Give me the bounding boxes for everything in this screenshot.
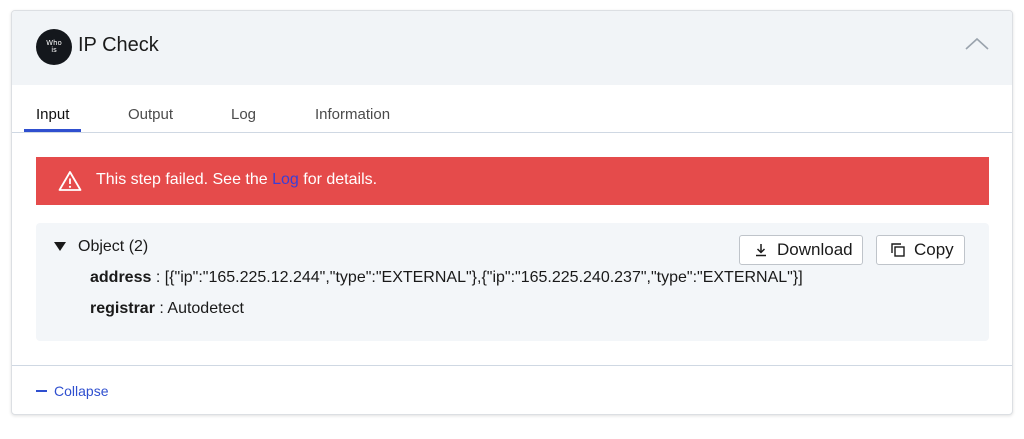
field-key: registrar [90, 300, 155, 317]
whois-logo: Who is [36, 29, 72, 65]
field-row-registrar: registrar : Autodetect [90, 300, 244, 318]
error-alert: This step failed. See the Log for detail… [36, 157, 989, 205]
tab-bar: Input Output Log Information [12, 101, 1012, 133]
step-title: IP Check [78, 34, 159, 56]
active-tab-indicator [24, 129, 81, 132]
collapse-button[interactable]: Collapse [36, 383, 108, 399]
minus-icon [36, 390, 47, 392]
tab-input[interactable]: Input [36, 106, 69, 123]
log-link[interactable]: Log [272, 171, 299, 188]
card-footer: Collapse [12, 365, 1012, 414]
download-icon [756, 244, 766, 257]
logo-text-line2: is [51, 46, 57, 54]
field-value: [{"ip":"165.225.12.244","type":"EXTERNAL… [164, 269, 803, 286]
copy-label: Copy [914, 240, 954, 259]
download-label: Download [777, 240, 853, 259]
alert-text-after: for details. [298, 171, 378, 188]
input-object-panel: Object (2) Download Copy address : [{"ip… [36, 223, 989, 341]
chevron-up-icon[interactable] [962, 33, 992, 55]
field-value: Autodetect [167, 300, 244, 317]
alert-text-before: This step failed. See the [96, 171, 273, 188]
field-separator: : [155, 269, 165, 286]
step-card: Who is IP Check Input Output Log Informa… [11, 10, 1013, 415]
copy-button[interactable]: Copy [876, 235, 965, 265]
tab-log[interactable]: Log [231, 106, 256, 123]
object-label[interactable]: Object (2) [78, 238, 148, 256]
expand-triangle-icon[interactable] [54, 242, 66, 251]
alert-message: This step failed. See the Log for detail… [96, 171, 377, 189]
field-row-address: address : [{"ip":"165.225.12.244","type"… [90, 269, 803, 287]
tab-information[interactable]: Information [315, 106, 390, 123]
field-key: address [90, 269, 152, 286]
warning-icon [58, 170, 82, 192]
copy-icon [891, 243, 905, 257]
collapse-label: Collapse [54, 383, 109, 399]
tab-output[interactable]: Output [128, 106, 173, 123]
download-button[interactable]: Download [739, 235, 863, 265]
card-header: Who is IP Check [12, 11, 1012, 85]
